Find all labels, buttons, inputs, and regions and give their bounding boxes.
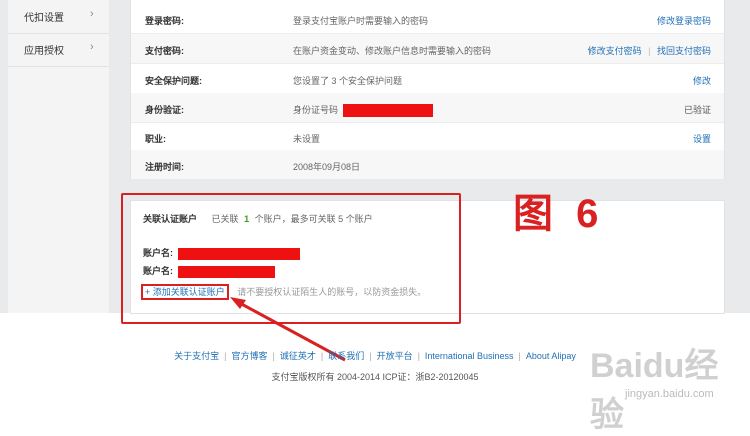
watermark-url: jingyan.baidu.com [625,388,714,400]
footer-link-careers[interactable]: 诚征英才 [280,351,316,361]
watermark-logo: Baidu经验 [590,347,719,434]
separator: | [320,351,324,361]
footer-link-blog[interactable]: 官方博客 [231,351,267,361]
footer-link-about[interactable]: 关于支付宝 [174,351,219,361]
footer-link-about-alipay[interactable]: About Alipay [526,351,576,361]
footer-link-international[interactable]: International Business [425,351,514,361]
arrow-head [230,297,246,309]
separator: | [369,351,372,361]
separator: | [224,351,227,361]
footer-link-open-platform[interactable]: 开放平台 [377,351,413,361]
separator: | [272,351,275,361]
separator: | [518,351,521,361]
separator: | [417,351,420,361]
footer-link-contact[interactable]: 联系我们 [328,351,364,361]
